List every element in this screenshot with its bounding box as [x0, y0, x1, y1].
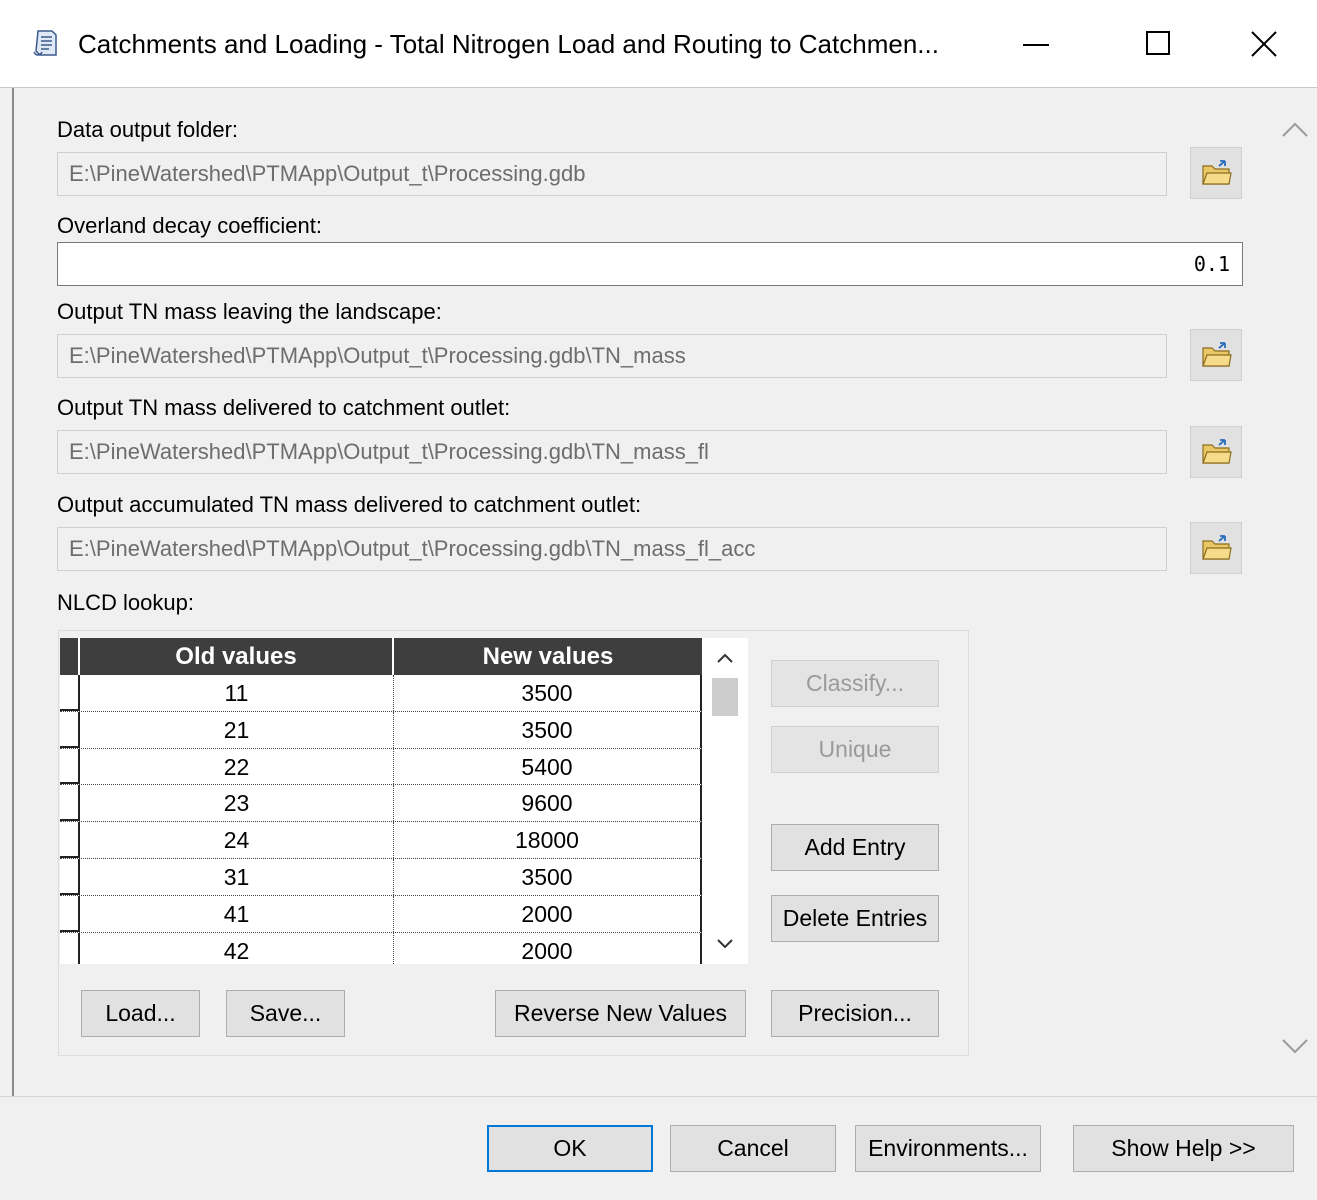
cell-new-value[interactable]: 3500: [394, 675, 702, 711]
cancel-button[interactable]: Cancel: [670, 1125, 836, 1172]
cell-new-value[interactable]: 2000: [394, 895, 702, 932]
row-selector[interactable]: [60, 785, 80, 822]
load-button[interactable]: Load...: [81, 990, 200, 1037]
row-selector[interactable]: [60, 748, 80, 785]
cell-old-value[interactable]: 22: [80, 748, 394, 785]
table-row[interactable]: 23 9600: [60, 785, 702, 823]
cell-old-value[interactable]: 41: [80, 895, 394, 932]
minimize-button[interactable]: [1004, 18, 1068, 70]
cell-new-value[interactable]: 3500: [394, 858, 702, 895]
cell-new-value[interactable]: 3500: [394, 711, 702, 748]
nlcd-lookup-table[interactable]: Old values New values 11 3500 21 3500 22 5400…: [60, 638, 748, 964]
open-folder-icon: [1202, 342, 1232, 367]
cell-new-value[interactable]: 9600: [394, 785, 702, 822]
row-selector[interactable]: [60, 711, 80, 748]
tn-mass-accumulated-field[interactable]: E:\PineWatershed\PTMApp\Output_t\Process…: [57, 527, 1167, 571]
environments-button[interactable]: Environments...: [855, 1125, 1041, 1172]
tn-mass-accumulated-label: Output accumulated TN mass delivered to …: [57, 492, 642, 517]
open-folder-icon: [1202, 160, 1232, 185]
cell-old-value[interactable]: 24: [80, 822, 394, 858]
tool-script-icon: [33, 30, 57, 56]
overland-decay-input[interactable]: 0.1: [57, 242, 1243, 286]
cell-old-value[interactable]: 23: [80, 785, 394, 822]
reverse-new-values-button[interactable]: Reverse New Values: [495, 990, 746, 1037]
cell-old-value[interactable]: 11: [80, 675, 394, 711]
row-selector[interactable]: [60, 858, 80, 895]
table-scrollbar-thumb[interactable]: [712, 678, 738, 716]
row-selector[interactable]: [60, 895, 80, 932]
table-row[interactable]: 31 3500: [60, 858, 702, 896]
table-row[interactable]: 41 2000: [60, 895, 702, 933]
open-folder-icon: [1202, 439, 1232, 464]
tn-mass-accumulated-browse-button[interactable]: [1190, 522, 1242, 574]
table-body: 11 3500 21 3500 22 5400 23 9600 24 18000 31 3500 41 2…: [60, 675, 702, 964]
panel-scrollbar[interactable]: [1272, 88, 1317, 1096]
overland-decay-label: Overland decay coefficient:: [57, 213, 322, 238]
scroll-up-icon[interactable]: [714, 650, 736, 666]
cell-old-value[interactable]: 42: [80, 932, 394, 964]
row-selector[interactable]: [60, 822, 80, 858]
scroll-down-icon[interactable]: [714, 936, 736, 952]
classify-button[interactable]: Classify...: [771, 660, 939, 707]
table-header: Old values New values: [60, 638, 702, 675]
show-help-button[interactable]: Show Help >>: [1073, 1125, 1294, 1172]
nlcd-lookup-label: NLCD lookup:: [57, 590, 194, 615]
open-folder-icon: [1202, 535, 1232, 560]
table-row[interactable]: 21 3500: [60, 711, 702, 749]
ok-button[interactable]: OK: [487, 1125, 653, 1172]
minimize-icon: [1023, 44, 1049, 46]
column-header-old-values[interactable]: Old values: [80, 638, 394, 675]
cell-old-value[interactable]: 31: [80, 858, 394, 895]
table-row[interactable]: 42 2000: [60, 932, 702, 964]
tn-mass-landscape-field[interactable]: E:\PineWatershed\PTMApp\Output_t\Process…: [57, 334, 1167, 378]
data-output-folder-field[interactable]: E:\PineWatershed\PTMApp\Output_t\Process…: [57, 152, 1167, 196]
tn-mass-landscape-browse-button[interactable]: [1190, 329, 1242, 381]
table-scrollbar[interactable]: [702, 638, 748, 964]
window-title: Catchments and Loading - Total Nitrogen …: [78, 29, 939, 59]
precision-button[interactable]: Precision...: [771, 990, 939, 1037]
close-icon: [1251, 31, 1277, 57]
table-row[interactable]: 11 3500: [60, 675, 702, 712]
scroll-down-icon[interactable]: [1280, 1034, 1310, 1058]
cell-old-value[interactable]: 21: [80, 711, 394, 748]
title-bar[interactable]: Catchments and Loading - Total Nitrogen …: [0, 0, 1317, 88]
unique-button[interactable]: Unique: [771, 726, 939, 773]
cell-new-value[interactable]: 2000: [394, 932, 702, 964]
table-row[interactable]: 22 5400: [60, 748, 702, 786]
column-header-new-values[interactable]: New values: [394, 638, 702, 675]
cell-new-value[interactable]: 18000: [394, 822, 702, 858]
cell-new-value[interactable]: 5400: [394, 748, 702, 785]
add-entry-button[interactable]: Add Entry: [771, 824, 939, 871]
table-row[interactable]: 24 18000: [60, 822, 702, 859]
maximize-button[interactable]: [1126, 18, 1190, 70]
maximize-icon: [1146, 31, 1170, 55]
delete-entries-button[interactable]: Delete Entries: [771, 895, 939, 942]
tn-mass-catchment-browse-button[interactable]: [1190, 426, 1242, 478]
data-output-folder-label: Data output folder:: [57, 117, 239, 142]
scroll-up-icon[interactable]: [1280, 118, 1310, 142]
row-selector[interactable]: [60, 932, 80, 964]
row-selector[interactable]: [60, 675, 80, 711]
save-button[interactable]: Save...: [226, 990, 345, 1037]
data-output-folder-browse-button[interactable]: [1190, 147, 1242, 199]
tn-mass-landscape-label: Output TN mass leaving the landscape:: [57, 299, 442, 324]
table-corner[interactable]: [60, 638, 80, 675]
close-button[interactable]: [1232, 18, 1296, 70]
tool-dialog: Catchments and Loading - Total Nitrogen …: [0, 0, 1317, 1200]
tn-mass-catchment-label: Output TN mass delivered to catchment ou…: [57, 395, 511, 420]
tn-mass-catchment-field[interactable]: E:\PineWatershed\PTMApp\Output_t\Process…: [57, 430, 1167, 474]
